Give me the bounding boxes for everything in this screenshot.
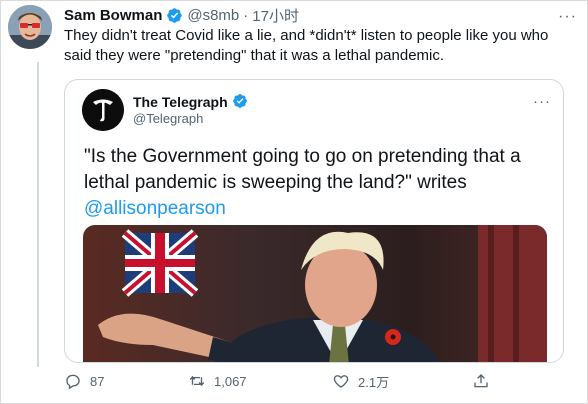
photo-image [83,225,547,362]
author-avatar-image [8,5,52,49]
author-avatar[interactable] [8,5,52,49]
reply-icon [66,374,80,390]
author-handle[interactable]: @s8mb [187,7,239,24]
quoted-author-name[interactable]: The Telegraph [133,94,228,110]
retweet-button[interactable]: 1,067 [188,370,247,392]
reply-button[interactable]: 87 [64,370,104,392]
share-button[interactable] [472,370,498,392]
quoted-tweet-card[interactable]: The Telegraph @Telegraph ··· "Is the Gov… [64,79,564,363]
timestamp[interactable]: 17小时 [252,5,299,26]
quoted-author-handle[interactable]: @Telegraph [133,111,203,126]
telegraph-logo-icon [82,89,124,131]
verified-badge-icon [166,7,183,24]
author-name[interactable]: Sam Bowman [64,7,162,24]
tweet-header: Sam Bowman @s8mb · 17小时 [64,5,299,25]
retweet-icon [189,375,205,387]
quoted-text-body: "Is the Government going to go on preten… [84,146,521,193]
telegraph-avatar[interactable] [82,89,124,131]
quoted-verified-badge-icon [232,93,249,110]
quoted-more-icon[interactable]: ··· [533,93,551,110]
thread-line [37,62,39,367]
reply-count: 87 [90,373,105,389]
separator-dot: · [243,6,249,24]
action-bar: 87 1,067 2.1万 [64,370,564,392]
like-count: 2.1万 [358,374,390,390]
quoted-tweet-photo[interactable] [83,225,547,362]
quoted-tweet-text: "Is the Government going to go on preten… [84,144,554,222]
like-icon [333,375,349,388]
tweet-text: They didn't treat Covid like a lie, and … [64,27,549,64]
more-icon[interactable]: ··· [558,8,577,26]
mention-link[interactable]: @allisonpearson [84,196,554,222]
quoted-author: The Telegraph [133,93,253,110]
retweet-count: 1,067 [214,373,247,389]
like-button[interactable]: 2.1万 [332,370,389,392]
share-icon [474,374,488,388]
